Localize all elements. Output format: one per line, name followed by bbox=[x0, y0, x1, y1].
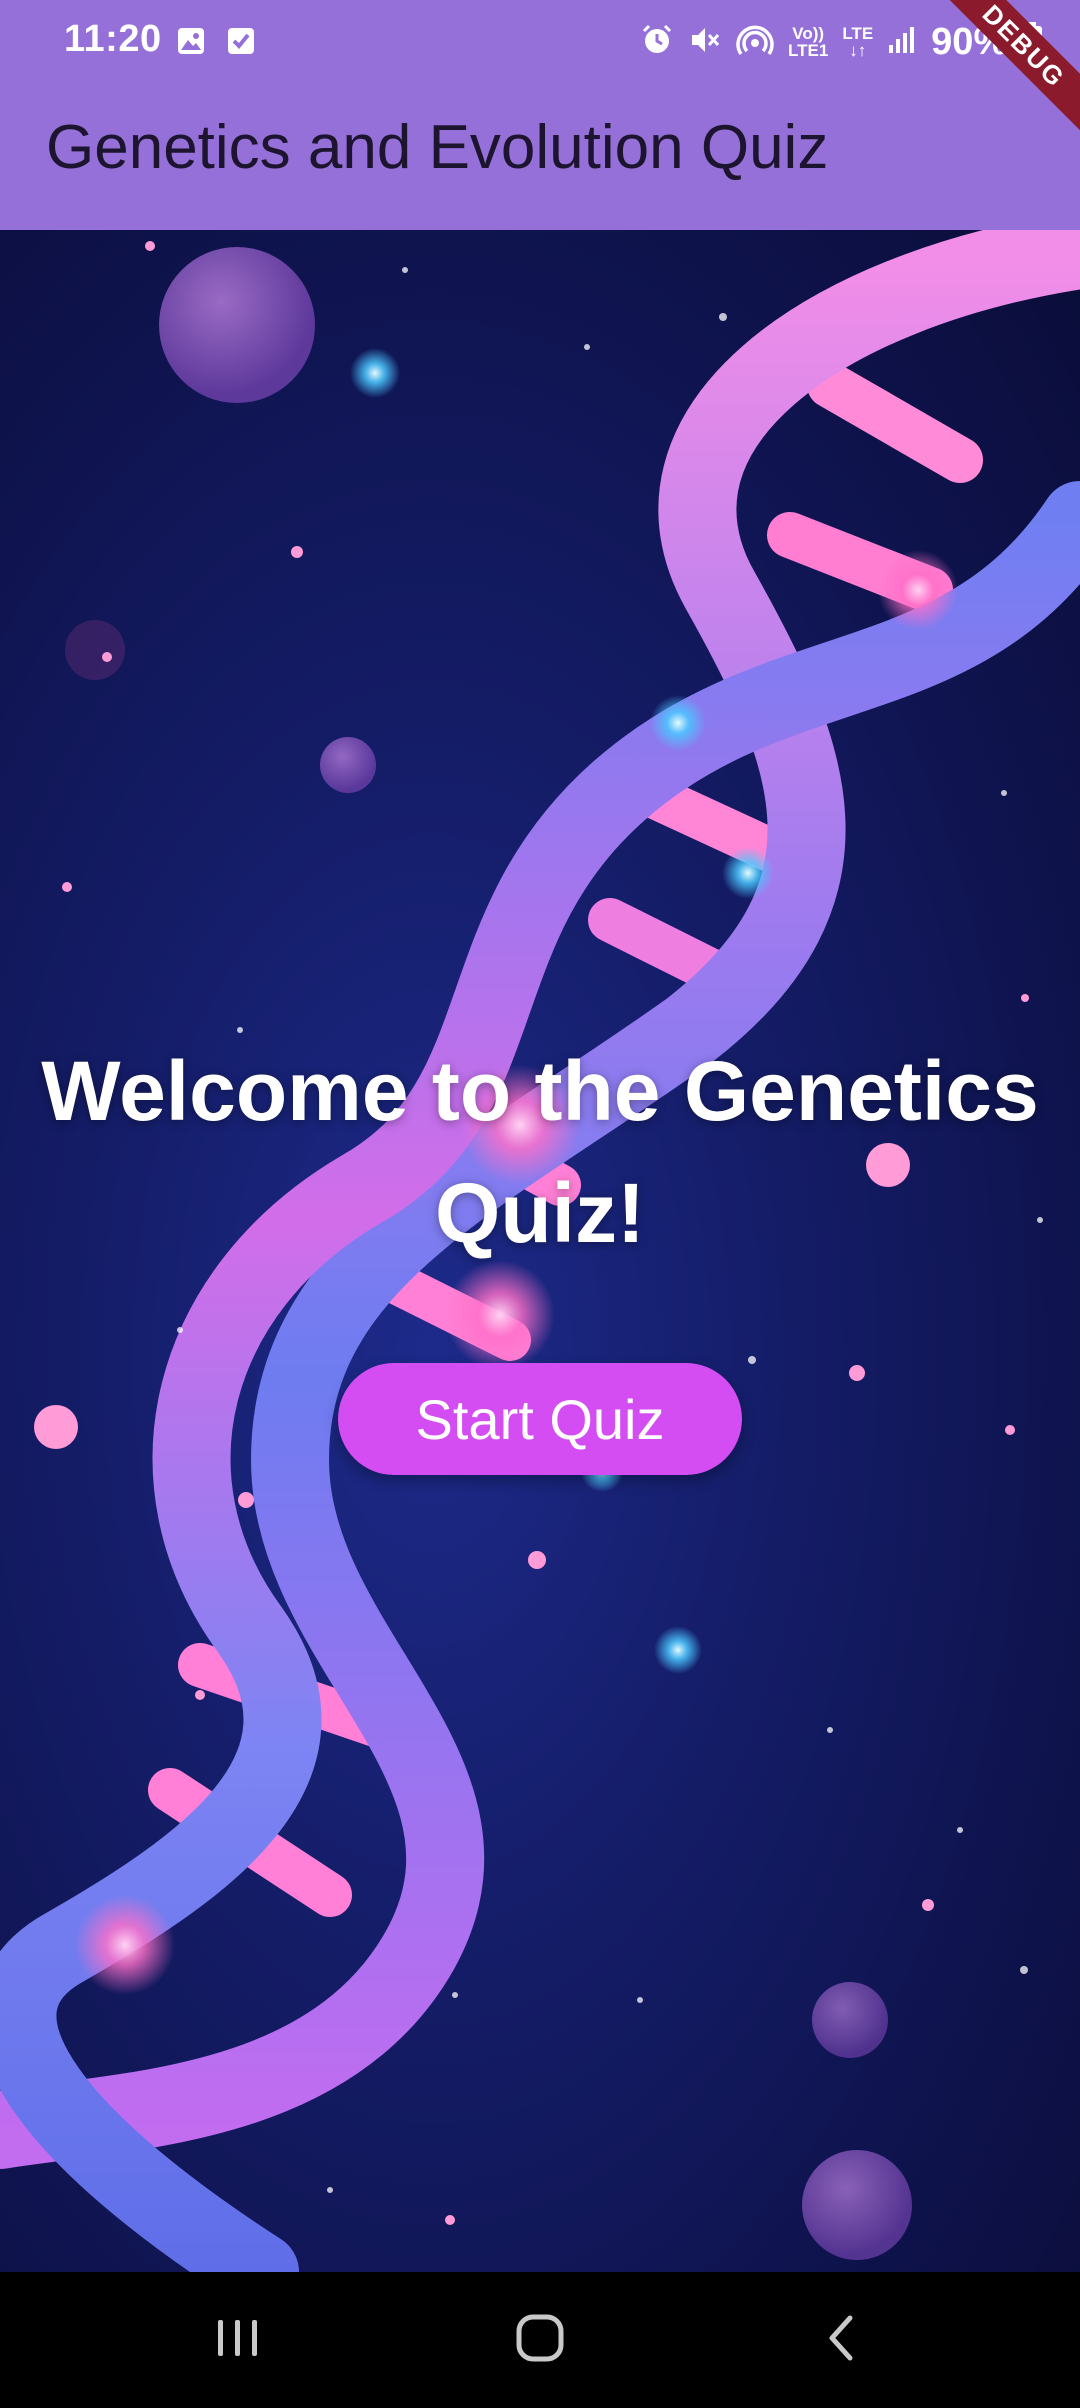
mute-icon bbox=[688, 23, 722, 62]
status-left-icons bbox=[176, 26, 256, 61]
home-button[interactable] bbox=[480, 2300, 600, 2380]
network-type: LTE ↓↑ bbox=[842, 24, 874, 60]
checkbox-icon bbox=[226, 26, 256, 61]
home-icon bbox=[510, 2308, 570, 2373]
recents-button[interactable] bbox=[178, 2300, 298, 2380]
quiz-home-body: Welcome to the Genetics Quiz! Start Quiz bbox=[0, 230, 1080, 2272]
status-bar: 11:20 Vo)) LTE1 LTE ↓↑ 90% bbox=[0, 0, 1080, 84]
app-bar: 11:20 Vo)) LTE1 LTE ↓↑ 90% Genetics and … bbox=[0, 0, 1080, 230]
screen: 11:20 Vo)) LTE1 LTE ↓↑ 90% Genetics and … bbox=[0, 0, 1080, 2408]
status-time: 11:20 bbox=[64, 18, 162, 60]
back-button[interactable] bbox=[782, 2300, 902, 2380]
welcome-heading: Welcome to the Genetics Quiz! bbox=[41, 1044, 1039, 1260]
hotspot-icon bbox=[736, 23, 774, 62]
alarm-icon bbox=[640, 23, 674, 62]
signal-icon bbox=[887, 25, 917, 60]
volte-indicator: Vo)) LTE1 bbox=[788, 24, 829, 60]
recents-icon bbox=[208, 2308, 268, 2373]
navigation-bar bbox=[0, 2272, 1080, 2408]
start-quiz-button[interactable]: Start Quiz bbox=[338, 1363, 742, 1475]
welcome-content: Welcome to the Genetics Quiz! Start Quiz bbox=[0, 230, 1080, 2272]
image-icon bbox=[176, 26, 206, 61]
app-title: Genetics and Evolution Quiz bbox=[46, 113, 829, 182]
back-icon bbox=[812, 2308, 872, 2373]
